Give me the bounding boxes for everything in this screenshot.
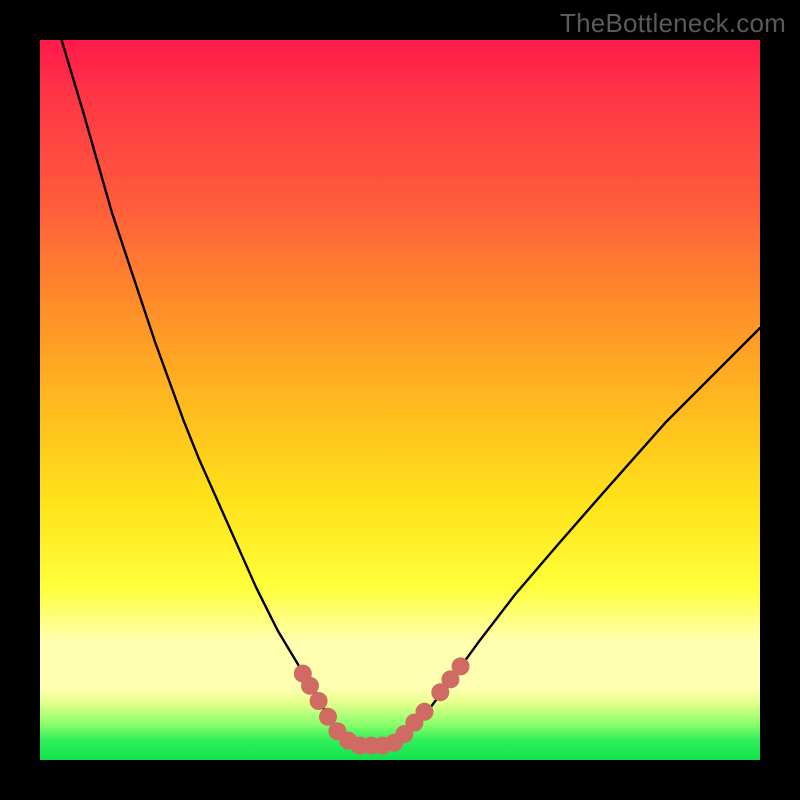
curve-marker [310, 692, 328, 710]
watermark-text: TheBottleneck.com [560, 8, 786, 39]
chart-frame: TheBottleneck.com [0, 0, 800, 800]
curve-marker [301, 677, 319, 695]
curve-marker [416, 703, 434, 721]
curve-layer [40, 40, 760, 760]
plot-area [40, 40, 760, 760]
curve-markers [294, 657, 470, 754]
curve-marker [452, 657, 470, 675]
bottleneck-curve [62, 40, 760, 746]
